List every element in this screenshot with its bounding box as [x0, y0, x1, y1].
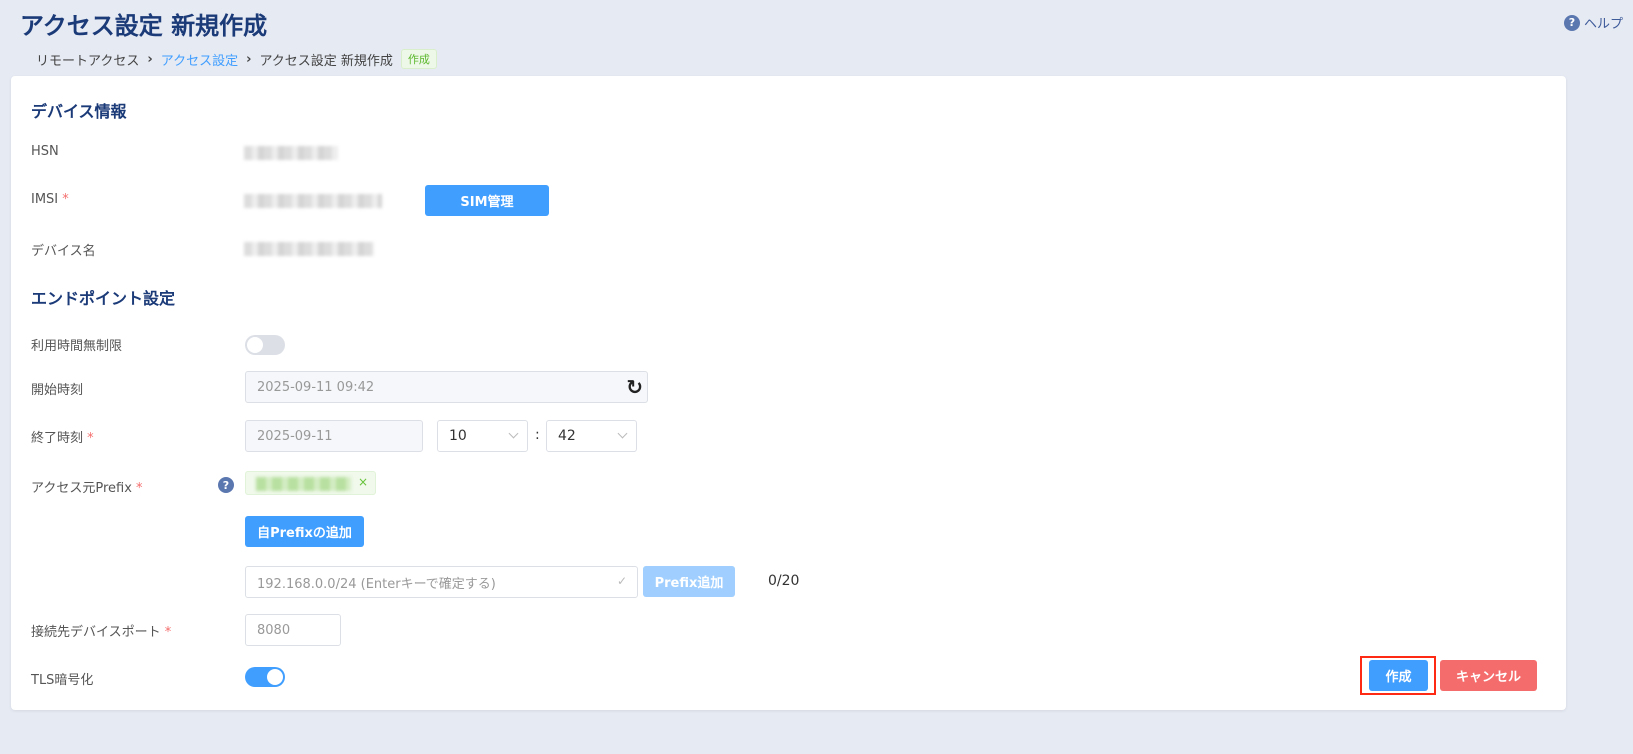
prefix-input[interactable]: 192.168.0.0/24 (Enterキーで確定する) ✓ — [245, 566, 638, 598]
device-section-title: デバイス情報 — [31, 102, 127, 121]
question-icon: ? — [1563, 14, 1580, 31]
end-time-label: 終了時刻 * — [31, 431, 94, 446]
create-button[interactable]: 作成 — [1369, 660, 1428, 691]
help-label: ヘルプ — [1583, 17, 1623, 32]
prefix-add-button[interactable]: Prefix追加 — [643, 566, 735, 597]
chevron-down-icon — [508, 428, 519, 439]
port-input[interactable]: 8080 — [245, 614, 341, 646]
question-icon[interactable]: ? — [218, 477, 234, 493]
check-circle-icon: ✓ — [616, 574, 627, 588]
prefix-tag: × — [245, 471, 376, 495]
end-minute-select[interactable]: 42 — [546, 420, 637, 452]
hsn-value-redacted — [244, 146, 338, 160]
prefix-count: 0/20 — [768, 573, 800, 589]
unlimited-label: 利用時間無制限 — [31, 339, 123, 354]
chevron-down-icon — [617, 428, 628, 439]
tls-label: TLS暗号化 — [31, 673, 94, 688]
breadcrumb: リモートアクセス › アクセス設定 › アクセス設定 新規作成 作成 — [36, 49, 437, 69]
end-hour-select[interactable]: 10 — [437, 420, 528, 452]
prefix-label: アクセス元Prefix * — [31, 481, 143, 496]
start-time-label: 開始時刻 — [31, 383, 84, 398]
refresh-icon[interactable]: ↻ — [626, 375, 643, 399]
endpoint-section-title: エンドポイント設定 — [31, 289, 176, 308]
end-date-input[interactable]: 2025-09-11 — [245, 420, 423, 452]
port-label: 接続先デバイスポート * — [31, 625, 172, 640]
chevron-right-icon: › — [147, 51, 153, 67]
device-name-redacted — [244, 242, 374, 256]
breadcrumb-remote-access[interactable]: リモートアクセス — [36, 50, 139, 69]
start-time-input[interactable]: 2025-09-11 09:42 ↻ — [245, 371, 648, 403]
add-own-prefix-button[interactable]: 自Prefixの追加 — [245, 516, 364, 547]
hsn-label: HSN — [31, 144, 59, 159]
cancel-button[interactable]: キャンセル — [1440, 660, 1537, 691]
sim-management-button[interactable]: SIM管理 — [425, 185, 549, 216]
time-separator: : — [535, 427, 540, 443]
close-icon[interactable]: × — [358, 475, 368, 489]
device-name-label: デバイス名 — [31, 244, 96, 259]
tls-toggle[interactable] — [245, 667, 285, 687]
imsi-label: IMSI * — [31, 192, 69, 207]
help-link[interactable]: ? ヘルプ — [1563, 13, 1623, 32]
imsi-value-redacted — [244, 194, 382, 208]
unlimited-toggle[interactable] — [245, 335, 285, 355]
breadcrumb-access-settings[interactable]: アクセス設定 — [161, 50, 238, 69]
page-title: アクセス設定 新規作成 — [20, 12, 268, 40]
chevron-right-icon: › — [246, 51, 252, 67]
status-badge: 作成 — [400, 49, 437, 69]
breadcrumb-current: アクセス設定 新規作成 — [259, 53, 393, 69]
